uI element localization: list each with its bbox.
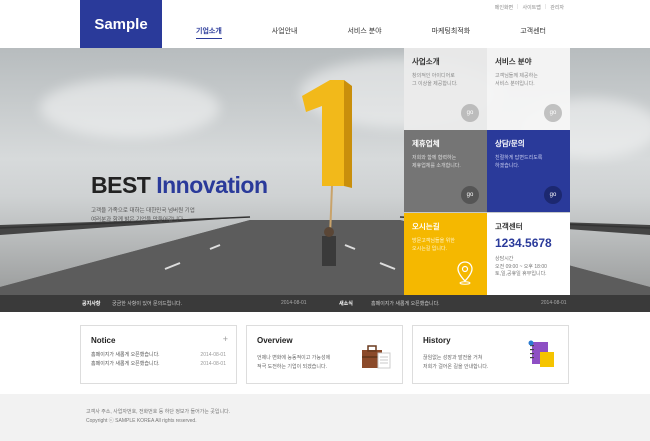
hero-description: 고객을 가족으로 대하는 대한민국 넘버원 기업 여러분과 함께 밝은 기업을 … [91, 207, 195, 225]
notice-card: Notice + 홈페이지가 새롭게 오픈했습니다. 2014-08-01 홈페… [80, 325, 237, 384]
tile-desc: 방문고객님들을 위한 [412, 238, 455, 244]
tile-desc: 서비스 분야입니다. [495, 80, 535, 87]
news-bar-label: 새소식 [339, 301, 353, 307]
tile-partner[interactable]: 제휴업체 저희와 함께 협력하는 제휴업체를 소개합니다. go [404, 130, 487, 212]
overview-desc: 언제나 변화에 능동적이고 가능성에 [257, 355, 331, 361]
list-item-text: 홈페이지가 새롭게 오픈했습니다. [91, 361, 160, 367]
notice-title[interactable]: Notice [91, 336, 115, 345]
tile-service[interactable]: 서비스 분야 고객님들께 제공하는 서비스 분야입니다. go [487, 48, 570, 130]
overview-card[interactable]: Overview 언제나 변화에 능동적이고 가능성에 적극 도전하는 기업이 … [246, 325, 403, 384]
util-link-admin[interactable]: 관리자 [550, 4, 564, 11]
overview-title: Overview [257, 336, 293, 345]
logo[interactable]: Sample [80, 0, 162, 48]
list-item[interactable]: 홈페이지가 새롭게 오픈했습니다. 2014-08-01 [91, 351, 226, 360]
hours-label: 상담시간 [495, 256, 514, 262]
hero-title: BEST Innovation [91, 172, 268, 199]
history-card[interactable]: History 끊임없는 성장과 발전을 거쳐 저희가 걸어온 길을 안내합니다… [412, 325, 569, 384]
tile-title: 상담/문의 [495, 139, 525, 148]
list-item-date: 2014-08-01 [200, 361, 226, 367]
nav-item-service[interactable]: 서비스 분야 [347, 26, 381, 39]
tile-desc: 그 이상을 제공합니다. [412, 80, 458, 87]
map-pin-icon [457, 261, 473, 285]
footer-copyright: Copyright ⓒ SAMPLE KOREA All rights rese… [86, 418, 197, 424]
go-button[interactable]: go [461, 104, 479, 122]
go-button[interactable]: go [461, 186, 479, 204]
tile-company[interactable]: 사업소개 창의적인 아이디어로 그 이상을 제공합니다. go [404, 48, 487, 130]
list-item-date: 2014-08-01 [200, 352, 226, 358]
utility-links: 메인화면 | 사이트맵 | 관리자 [494, 4, 564, 11]
nav-item-support[interactable]: 고객센터 [520, 26, 546, 39]
history-desc: 저희가 걸어온 길을 안내합니다. [423, 364, 489, 370]
nav-item-company[interactable]: 기업소개 [196, 26, 222, 39]
holiday-text: 토,일,공휴일 휴무입니다. [495, 271, 547, 277]
footer: 고객사 주소, 사업자번호, 전화번호 등 하단 정보가 들어가는 곳입니다. … [0, 394, 650, 441]
tile-desc: 하겠습니다. [495, 162, 520, 169]
notebook-icon [528, 340, 554, 367]
notice-bar-text[interactable]: 궁금한 사항이 있어 문의드립니다. [112, 300, 182, 307]
notice-bar: 공지사항 궁금한 사항이 있어 문의드립니다. 2014-08-01 새소식 홈… [0, 295, 650, 312]
tile-desc: 친절하게 답변드리도록 [495, 155, 543, 161]
tile-center[interactable]: 고객센터 1234.5678 상담시간 오전 09:00 ~ 오후 18:00 … [487, 213, 570, 295]
more-plus-icon[interactable]: + [223, 334, 228, 344]
tile-desc: 창의적인 아이디어로 [412, 73, 455, 79]
tile-desc: 오시는길 입니다. [412, 245, 447, 252]
tile-title: 오시는길 [412, 222, 440, 231]
news-bar-text[interactable]: 홈페이지가 새롭게 오픈했습니다. [371, 300, 440, 307]
number-one-sculpture [302, 80, 352, 266]
tile-title: 제휴업체 [412, 139, 440, 148]
util-link-home[interactable]: 메인화면 [495, 4, 513, 11]
tile-desc: 고객님들께 제공하는 [495, 73, 538, 79]
hero-title-highlight: Innovation [156, 172, 268, 198]
hours-text: 오전 09:00 ~ 오후 18:00 [495, 263, 547, 270]
util-link-sitemap[interactable]: 사이트맵 [522, 4, 540, 11]
list-item-text: 홈페이지가 새롭게 오픈했습니다. [91, 352, 160, 358]
hero-desc-line1: 고객을 가족으로 대하는 대한민국 넘버원 기업 [91, 208, 195, 214]
go-button[interactable]: go [544, 186, 562, 204]
tile-desc: 저희와 함께 협력하는 [412, 155, 457, 161]
tile-title: 사업소개 [412, 57, 440, 66]
overview-desc: 적극 도전하는 기업이 되겠습니다. [257, 364, 327, 370]
phone-number[interactable]: 1234.5678 [495, 236, 562, 250]
nav-item-marketing[interactable]: 마케팅최적화 [432, 26, 471, 39]
notice-bar-date: 2014-08-01 [281, 300, 307, 306]
tile-consult[interactable]: 상담/문의 친절하게 답변드리도록 하겠습니다. go [487, 130, 570, 212]
page: Sample 메인화면 | 사이트맵 | 관리자 기업소개 사업안내 서비스 분야 … [0, 0, 650, 441]
tile-title: 고객센터 [495, 222, 523, 231]
hero-title-prefix: BEST [91, 172, 151, 198]
tile-desc: 제휴업체를 소개합니다. [412, 162, 461, 169]
nav-item-business[interactable]: 사업안내 [272, 26, 298, 39]
news-bar-date: 2014-08-01 [541, 300, 567, 306]
briefcase-icon [362, 345, 391, 369]
tile-map[interactable]: 오시는길 방문고객님들을 위한 오시는길 입니다. [404, 213, 487, 295]
go-button[interactable]: go [544, 104, 562, 122]
history-desc: 끊임없는 성장과 발전을 거쳐 [423, 355, 483, 361]
main-nav: 기업소개 사업안내 서비스 분야 마케팅최적화 고객센터 [196, 26, 546, 39]
hero-desc-line2: 여러분과 함께 밝은 기업을 만들어갑니다. [91, 217, 185, 223]
history-title: History [423, 336, 451, 345]
list-item[interactable]: 홈페이지가 새롭게 오픈했습니다. 2014-08-01 [91, 360, 226, 369]
notice-bar-label: 공지사항 [82, 301, 101, 307]
footer-info: 고객사 주소, 사업자번호, 전화번호 등 하단 정보가 들어가는 곳입니다. [86, 409, 231, 415]
tile-title: 서비스 분야 [495, 57, 532, 66]
